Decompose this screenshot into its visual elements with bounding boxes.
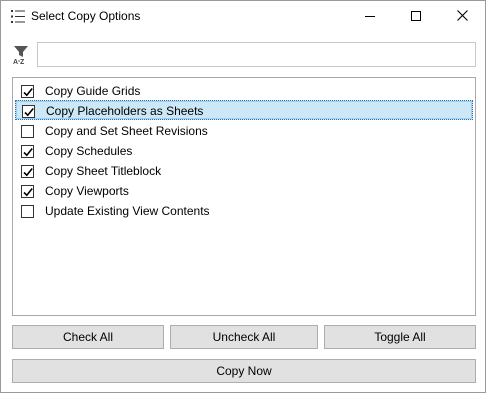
close-button[interactable] [439,1,485,32]
filter-input[interactable] [37,42,476,67]
option-label: Copy Sheet Titleblock [45,164,162,178]
checkbox[interactable] [22,105,35,118]
maximize-icon [411,10,421,24]
list-item[interactable]: Copy Sheet Titleblock [15,161,473,181]
check-all-button[interactable]: Check All [12,325,164,349]
checkbox[interactable] [21,125,34,138]
window-title: Select Copy Options [31,9,141,23]
checkbox[interactable] [21,85,34,98]
checkbox[interactable] [21,205,34,218]
list-item[interactable]: Update Existing View Contents [15,201,473,221]
title-bar[interactable]: Select Copy Options [1,1,485,32]
close-icon [456,9,468,24]
maximize-button[interactable] [393,1,439,32]
option-label: Copy Guide Grids [45,84,141,98]
list-item[interactable]: Copy and Set Sheet Revisions [15,121,473,141]
options-list[interactable]: Copy Guide Grids Copy Placeholders as Sh… [12,77,476,316]
uncheck-all-button[interactable]: Uncheck All [170,325,318,349]
svg-text:A: A [13,59,18,65]
select-copy-options-window: Select Copy Options A Z Copy Guide Grids… [0,0,486,393]
minimize-icon [365,10,375,24]
checkbox[interactable] [21,165,34,178]
option-label: Copy Viewports [45,184,129,198]
sort-filter-icon[interactable]: A Z [13,45,31,66]
option-label: Copy and Set Sheet Revisions [45,124,208,138]
option-label: Copy Schedules [45,144,133,158]
list-item[interactable]: Copy Viewports [15,181,473,201]
list-item-selected[interactable]: Copy Placeholders as Sheets [15,100,473,120]
svg-text:Z: Z [20,59,25,65]
list-item[interactable]: Copy Guide Grids [15,81,473,101]
checkbox[interactable] [21,185,34,198]
minimize-button[interactable] [347,1,393,32]
option-label: Update Existing View Contents [45,204,210,218]
option-label: Copy Placeholders as Sheets [46,104,204,118]
list-icon [11,10,25,23]
copy-now-button[interactable]: Copy Now [12,359,476,383]
list-item[interactable]: Copy Schedules [15,141,473,161]
checkbox[interactable] [21,145,34,158]
toggle-all-button[interactable]: Toggle All [324,325,476,349]
